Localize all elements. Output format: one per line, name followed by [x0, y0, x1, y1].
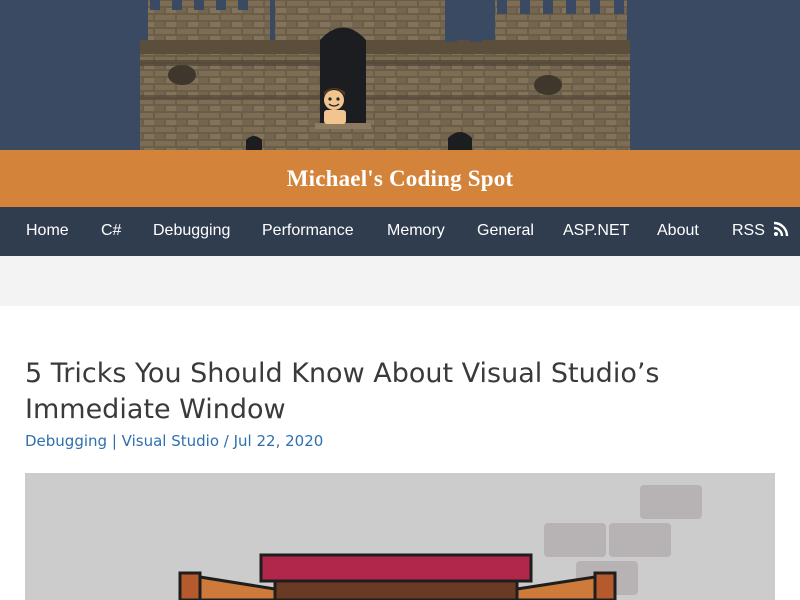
nav-item-performance[interactable]: Performance	[262, 207, 354, 256]
nav-item-rss[interactable]: RSS	[732, 207, 789, 256]
post-meta: Debugging | Visual Studio / Jul 22, 2020	[25, 432, 323, 450]
post-date: Jul 22, 2020	[233, 432, 324, 450]
category-link-debugging[interactable]: Debugging	[25, 432, 107, 450]
nav-item-debugging[interactable]: Debugging	[153, 207, 230, 256]
site-title-bar: Michael's Coding Spot	[0, 150, 800, 207]
nav-item-rss-label: RSS	[732, 222, 765, 239]
castle-illustration	[140, 0, 630, 150]
main-nav: Home C# Debugging Performance Memory Gen…	[0, 207, 800, 256]
featured-image	[25, 473, 775, 600]
post-title[interactable]: 5 Tricks You Should Know About Visual St…	[25, 356, 765, 428]
rss-icon	[774, 221, 789, 236]
nav-item-general[interactable]: General	[477, 207, 534, 256]
category-link-visual-studio[interactable]: Visual Studio	[122, 432, 219, 450]
nav-item-aspnet[interactable]: ASP.NET	[563, 207, 629, 256]
header-banner	[0, 0, 800, 150]
page-header-strip	[0, 256, 800, 306]
featured-illustration	[25, 473, 775, 600]
nav-item-about[interactable]: About	[657, 207, 699, 256]
nav-item-memory[interactable]: Memory	[387, 207, 445, 256]
date-separator: /	[223, 432, 229, 450]
nav-item-home[interactable]: Home	[26, 207, 69, 256]
category-separator: |	[111, 432, 117, 450]
nav-item-csharp[interactable]: C#	[101, 207, 121, 256]
site-title[interactable]: Michael's Coding Spot	[287, 166, 514, 192]
